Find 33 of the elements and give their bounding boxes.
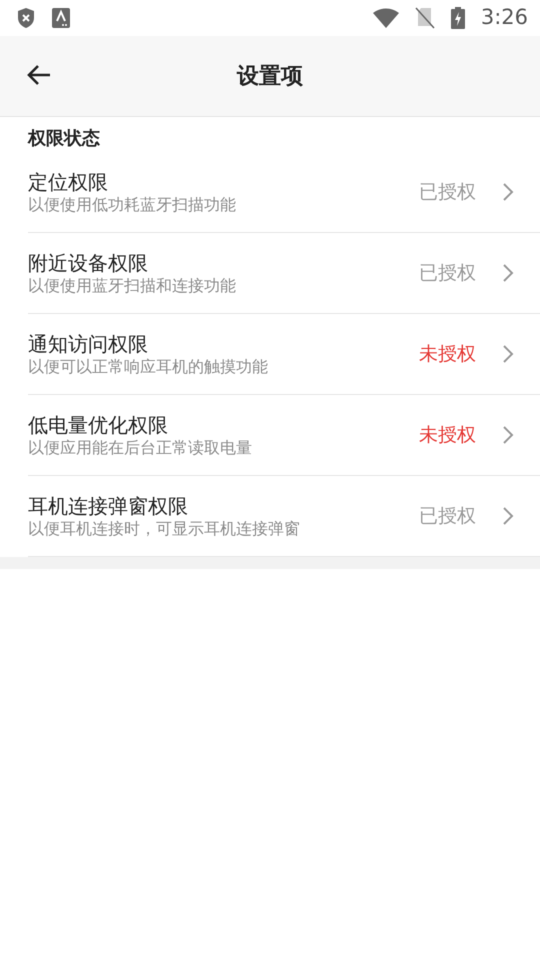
permission-status: 未授权 bbox=[419, 342, 476, 367]
chevron-icon bbox=[502, 425, 514, 445]
permission-status: 未授权 bbox=[419, 422, 476, 448]
permission-description: 以便可以正常响应耳机的触摸功能 bbox=[28, 356, 269, 378]
permission-title: 附近设备权限 bbox=[28, 250, 149, 276]
status-time: 3:26 bbox=[480, 4, 528, 32]
permission-description: 以便使用蓝牙扫描和连接功能 bbox=[28, 276, 237, 296]
battery-icon bbox=[450, 7, 465, 29]
permission-title: 定位权限 bbox=[28, 168, 109, 195]
permission-title: 通知访问权限 bbox=[28, 330, 149, 357]
permission-description: 以便使用低功耗蓝牙扫描功能 bbox=[28, 194, 237, 216]
permission-description: 以便应用能在后台正常读取电量 bbox=[28, 438, 253, 458]
permission-row[interactable]: 通知访问权限 以便可以正常响应耳机的触摸功能 未授权 bbox=[28, 314, 540, 395]
permission-title: 耳机连接弹窗权限 bbox=[28, 492, 189, 519]
permission-status: 已授权 bbox=[419, 260, 476, 286]
chevron-icon bbox=[502, 263, 514, 283]
page-title: 设置项 bbox=[237, 62, 303, 90]
chevron-icon bbox=[502, 506, 514, 526]
permission-description: 以便耳机连接时，可显示耳机连接弹窗 bbox=[28, 518, 301, 540]
no-sim-icon bbox=[414, 7, 435, 29]
permission-row[interactable]: 定位权限 以便使用低功耗蓝牙扫描功能 已授权 bbox=[28, 152, 540, 233]
chevron-icon bbox=[502, 182, 514, 202]
back-button[interactable] bbox=[26, 62, 52, 87]
permission-title: 低电量优化权限 bbox=[28, 412, 169, 438]
permission-status: 已授权 bbox=[419, 504, 476, 529]
section-title: 权限状态 bbox=[28, 128, 100, 149]
permission-status: 已授权 bbox=[419, 180, 476, 205]
wifi-icon bbox=[372, 8, 399, 28]
back-arrow-icon bbox=[26, 62, 52, 87]
permission-row[interactable]: 低电量优化权限 以便应用能在后台正常读取电量 未授权 bbox=[28, 395, 540, 476]
shield-icon bbox=[16, 7, 36, 29]
permission-row[interactable]: 附近设备权限 以便使用蓝牙扫描和连接功能 已授权 bbox=[28, 233, 540, 314]
chevron-icon bbox=[502, 344, 514, 364]
